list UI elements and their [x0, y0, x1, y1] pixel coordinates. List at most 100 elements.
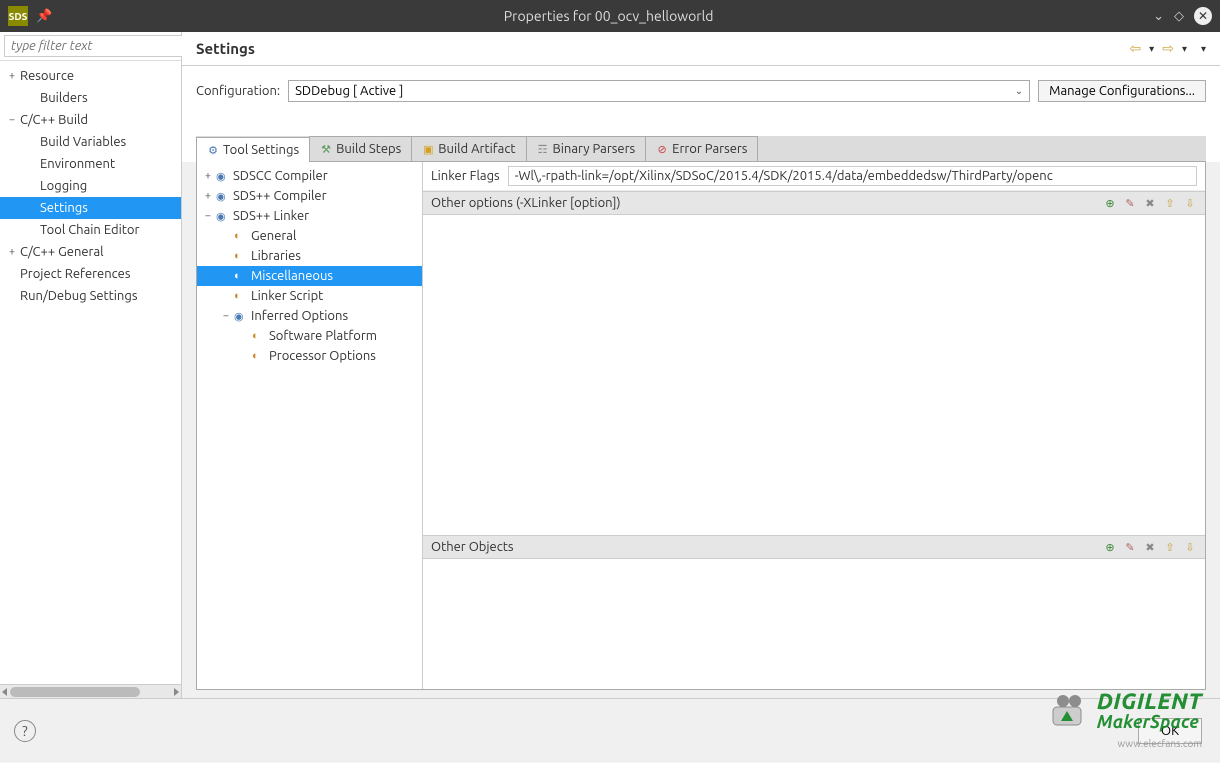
other-options-label: Other options (-XLinker [option]): [431, 196, 1103, 210]
tool-tree-item-software-platform[interactable]: ◐Software Platform: [197, 326, 422, 346]
tab-tool-settings[interactable]: ⚙ Tool Settings: [196, 137, 310, 162]
filter-input[interactable]: [4, 35, 189, 57]
category-tree: +ResourceBuilders−C/C++ BuildBuild Varia…: [0, 61, 181, 684]
option-icon: ◐: [252, 350, 266, 362]
sidebar-item-label: Logging: [40, 179, 87, 193]
sidebar-item-run-debug-settings[interactable]: Run/Debug Settings: [0, 285, 181, 307]
config-label: Configuration:: [196, 84, 280, 98]
sidebar-item-builders[interactable]: Builders: [0, 87, 181, 109]
manage-configurations-button[interactable]: Manage Configurations...: [1038, 80, 1206, 102]
tool-tree-item-miscellaneous[interactable]: ◐Miscellaneous: [197, 266, 422, 286]
move-down-icon[interactable]: ⇩: [1183, 196, 1197, 210]
tab-icon: ⊘: [656, 143, 668, 155]
move-up-icon[interactable]: ⇧: [1163, 540, 1177, 554]
tool-tree-item-libraries[interactable]: ◐Libraries: [197, 246, 422, 266]
tool-settings-tree: +◉SDSCC Compiler+◉SDS++ Compiler−◉SDS++ …: [197, 162, 423, 689]
nav-back-menu-icon[interactable]: ▾: [1149, 43, 1154, 55]
sidebar-scrollbar[interactable]: [0, 684, 181, 698]
sidebar-item-label: Build Variables: [40, 135, 126, 149]
tool-tree-label: Software Platform: [269, 329, 377, 343]
tool-tree-item-sdscc-compiler[interactable]: +◉SDSCC Compiler: [197, 166, 422, 186]
sidebar-item-label: Environment: [40, 157, 115, 171]
move-down-icon[interactable]: ⇩: [1183, 540, 1197, 554]
tool-tree-label: SDSCC Compiler: [233, 169, 328, 183]
add-icon[interactable]: ⊕: [1103, 196, 1117, 210]
sidebar-item-project-references[interactable]: Project References: [0, 263, 181, 285]
expander-icon[interactable]: +: [203, 190, 213, 202]
category-sidebar: ⊗ +ResourceBuilders−C/C++ BuildBuild Var…: [0, 32, 182, 698]
other-objects-list[interactable]: [423, 559, 1205, 689]
tab-label: Build Steps: [336, 142, 401, 156]
sidebar-item-resource[interactable]: +Resource: [0, 65, 181, 87]
maximize-icon[interactable]: ◇: [1174, 9, 1184, 24]
option-icon: ◐: [234, 290, 248, 302]
tool-tree-label: SDS++ Compiler: [233, 189, 327, 203]
tool-tree-item-linker-script[interactable]: ◐Linker Script: [197, 286, 422, 306]
tool-tree-label: Miscellaneous: [251, 269, 333, 283]
other-options-list[interactable]: [423, 215, 1205, 535]
help-icon[interactable]: ?: [14, 720, 36, 742]
tool-tree-item-general[interactable]: ◐General: [197, 226, 422, 246]
option-icon: ◐: [252, 330, 266, 342]
minimize-icon[interactable]: ⌄: [1153, 9, 1164, 24]
tool-icon: ◉: [216, 170, 230, 183]
option-icon: ◐: [234, 230, 248, 242]
linker-flags-input[interactable]: -Wl\,-rpath-link=/opt/Xilinx/SDSoC/2015.…: [508, 166, 1197, 186]
sidebar-item-label: C/C++ General: [20, 245, 104, 259]
add-icon[interactable]: ⊕: [1103, 540, 1117, 554]
sidebar-item-label: Resource: [20, 69, 74, 83]
sidebar-item-logging[interactable]: Logging: [0, 175, 181, 197]
tab-error-parsers[interactable]: ⊘ Error Parsers: [645, 136, 758, 161]
ok-button[interactable]: OK: [1138, 718, 1202, 744]
pin-icon[interactable]: 📌: [36, 9, 52, 24]
expander-icon[interactable]: −: [203, 210, 213, 222]
expander-icon[interactable]: −: [6, 114, 18, 126]
config-value: SDDebug [ Active ]: [295, 84, 403, 98]
delete-icon[interactable]: ✖: [1143, 540, 1157, 554]
edit-icon[interactable]: ✎: [1123, 540, 1137, 554]
sidebar-item-settings[interactable]: Settings: [0, 197, 181, 219]
nav-forward-icon[interactable]: ⇨: [1162, 40, 1174, 57]
sidebar-item-label: Builders: [40, 91, 88, 105]
tool-tree-item-sds-linker[interactable]: −◉SDS++ Linker: [197, 206, 422, 226]
expander-icon[interactable]: −: [221, 310, 231, 322]
tab-binary-parsers[interactable]: ☶Binary Parsers: [526, 136, 647, 161]
move-up-icon[interactable]: ⇧: [1163, 196, 1177, 210]
tab-build-artifact[interactable]: ▣Build Artifact: [411, 136, 526, 161]
sidebar-item-label: C/C++ Build: [20, 113, 88, 127]
sidebar-item-label: Project References: [20, 267, 130, 281]
tool-tree-item-processor-options[interactable]: ◐Processor Options: [197, 346, 422, 366]
sidebar-item-c-c-build[interactable]: −C/C++ Build: [0, 109, 181, 131]
sidebar-item-environment[interactable]: Environment: [0, 153, 181, 175]
sidebar-item-tool-chain-editor[interactable]: Tool Chain Editor: [0, 219, 181, 241]
tool-tree-label: Inferred Options: [251, 309, 348, 323]
expander-icon[interactable]: +: [6, 246, 18, 258]
tab-label: Error Parsers: [672, 142, 747, 156]
titlebar: SDS 📌 Properties for 00_ocv_helloworld ⌄…: [0, 0, 1220, 32]
app-icon: SDS: [8, 6, 28, 26]
option-icon: ◐: [234, 270, 248, 282]
nav-forward-menu-icon[interactable]: ▾: [1182, 43, 1187, 55]
tab-icon: ⚙: [207, 144, 219, 156]
sidebar-item-build-variables[interactable]: Build Variables: [0, 131, 181, 153]
nav-back-icon[interactable]: ⇦: [1129, 40, 1141, 57]
edit-icon[interactable]: ✎: [1123, 196, 1137, 210]
sidebar-item-label: Settings: [40, 201, 88, 215]
other-objects-label: Other Objects: [431, 540, 1103, 554]
config-select[interactable]: SDDebug [ Active ] ⌄: [288, 80, 1030, 102]
tab-build-steps[interactable]: ⚒ Build Steps: [309, 136, 412, 161]
option-icon: ◐: [234, 250, 248, 262]
tab-label: Build Artifact: [438, 142, 515, 156]
tool-tree-item-sds-compiler[interactable]: +◉SDS++ Compiler: [197, 186, 422, 206]
sidebar-item-c-c-general[interactable]: +C/C++ General: [0, 241, 181, 263]
expander-icon[interactable]: +: [203, 170, 213, 182]
tab-label: Binary Parsers: [553, 142, 636, 156]
tab-icon: ⚒: [320, 143, 332, 155]
close-icon[interactable]: ✕: [1194, 7, 1212, 25]
delete-icon[interactable]: ✖: [1143, 196, 1157, 210]
tab-label: Tool Settings: [223, 143, 299, 157]
tool-tree-label: Processor Options: [269, 349, 376, 363]
panel-menu-icon[interactable]: ▾: [1201, 43, 1206, 55]
tool-tree-item-inferred-options[interactable]: −◉Inferred Options: [197, 306, 422, 326]
expander-icon[interactable]: +: [6, 70, 18, 82]
